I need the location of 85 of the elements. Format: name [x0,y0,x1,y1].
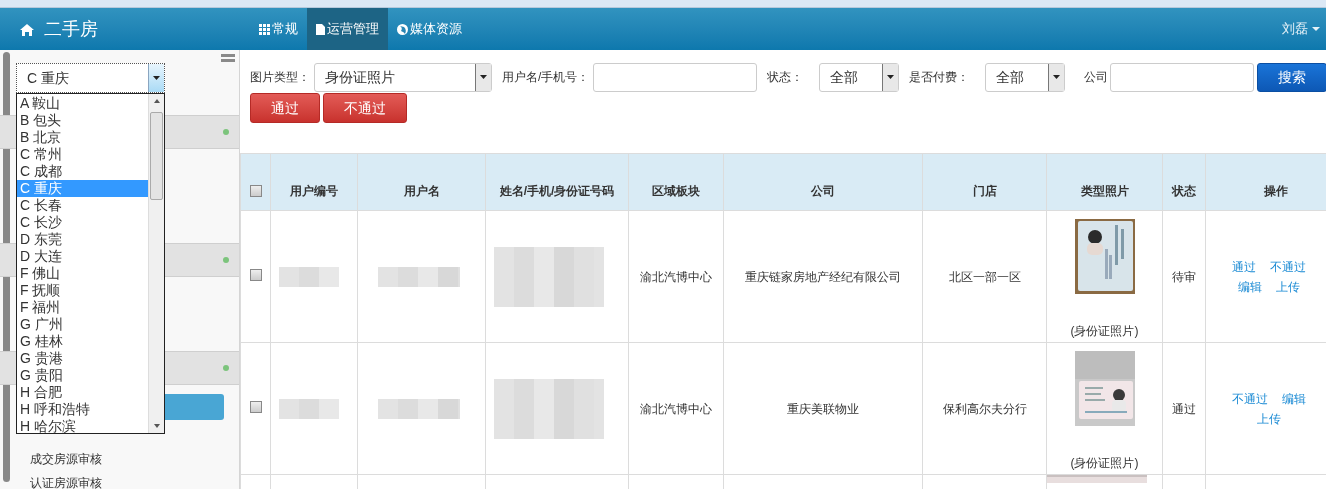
input-field[interactable] [593,62,758,92]
dropdown-option[interactable]: F 抚顺 [17,282,148,299]
action-link[interactable]: 上传 [1276,276,1300,297]
nav-tab[interactable]: 运营管理 [307,8,388,50]
dropdown-option[interactable]: G 贵港 [17,350,148,367]
caret-icon [1312,27,1320,31]
table-cell: 渝北汽博中心 [640,269,712,284]
dropdown-option[interactable]: C 成都 [17,163,148,180]
dropdown-option[interactable]: G 桂林 [17,333,148,350]
filter-select[interactable]: 全部 [985,62,1066,92]
dropdown-option[interactable]: H 合肥 [17,384,148,401]
table-cell: 北区一部一区 [948,269,1021,284]
dropdown-option[interactable]: B 包头 [17,112,148,129]
caret-icon [1053,75,1061,79]
column-header: 类型照片 [1080,184,1129,198]
nav-tab[interactable]: 媒体资源 [388,8,471,50]
table-cell: 渝北汽博中心 [640,401,712,416]
menu-icon [221,54,235,62]
column-header: 用户编号 [290,184,338,198]
caret-icon [887,75,895,79]
city-select[interactable]: C 重庆 [16,63,165,93]
dropdown-option[interactable]: C 长春 [17,197,148,214]
column-header: 操作 [1263,184,1288,198]
checkbox[interactable] [249,185,262,197]
filter-label: 公司 [1084,69,1109,86]
grid-icon [259,23,270,35]
dropdown-option[interactable]: D 东莞 [17,231,148,248]
column-header: 门店 [972,184,997,198]
caret-icon [480,75,487,79]
scrollbar-thumb[interactable] [150,112,163,200]
filter-select[interactable]: 身份证照片 [314,62,492,92]
column-header: 姓名/手机/身份证号码 [499,184,615,198]
reject-button[interactable]: 不通过 [323,93,407,123]
scroll-up-icon [154,99,160,103]
input-field[interactable] [1110,62,1255,92]
caret-icon [153,76,160,80]
dropdown-option[interactable]: F 佛山 [17,265,148,282]
dropdown-option[interactable]: H 呼和浩特 [17,401,148,418]
app-title: 二手房 [44,17,98,41]
status-text: 通过 [1172,401,1196,416]
action-link[interactable]: 编辑 [1238,276,1262,297]
table-cell: 保利高尔夫分行 [942,401,1027,416]
sidebar-menu-item[interactable]: 成交房源审核 [30,450,102,468]
scroll-down-icon [154,424,160,428]
table-cell: 重庆美联物业 [787,401,859,416]
dropdown-option[interactable]: F 福州 [17,299,148,316]
table-cell: 重庆链家房地产经纪有限公司 [745,269,901,284]
filter-label: 是否付费： [909,69,970,86]
home-icon [20,22,34,36]
dropdown-option[interactable]: G 广州 [17,316,148,333]
blurred-text [279,398,339,419]
checkbox[interactable] [249,268,262,281]
dropdown-option[interactable]: G 贵阳 [17,367,148,384]
action-link[interactable]: 不通过 [1232,388,1268,409]
column-header: 公司 [811,184,835,198]
approve-button[interactable]: 通过 [250,93,320,123]
filter-label: 状态： [767,69,804,86]
photo-caption: (身份证照片) [1070,323,1139,340]
action-link[interactable]: 不通过 [1270,256,1306,277]
dropdown-option[interactable]: C 长沙 [17,214,148,231]
filter-select[interactable]: 全部 [819,62,900,92]
document-icon [316,23,325,35]
filter-label: 用户名/手机号： [502,69,590,86]
dropdown-option[interactable]: A 鞍山 [17,95,148,112]
dropdown-option[interactable]: D 大连 [17,248,148,265]
nav-tab[interactable]: 常规 [250,8,307,50]
dropdown-scrollbar[interactable] [148,94,164,433]
globe-icon [397,23,408,35]
status-text: 待审 [1172,269,1196,284]
action-link[interactable]: 通过 [1232,256,1256,277]
dropdown-option[interactable]: H 哈尔滨 [17,418,148,435]
photo-caption: (身份证照片) [1070,455,1139,472]
checkbox[interactable] [249,400,262,413]
blurred-text [279,266,339,287]
dropdown-option[interactable]: C 常州 [17,146,148,163]
search-button[interactable]: 搜索 [1257,62,1326,92]
dropdown-option[interactable]: B 北京 [17,129,148,146]
action-link[interactable]: 上传 [1257,408,1281,429]
filter-label: 图片类型： [250,69,310,86]
user-menu[interactable]: 刘磊 [1282,8,1326,50]
action-link[interactable]: 编辑 [1282,388,1306,409]
sidebar-menu-item[interactable]: 认证房源审核 [30,474,102,489]
column-header: 用户名 [403,184,440,198]
column-header: 区域板块 [652,184,700,198]
column-header: 状态 [1172,184,1196,198]
